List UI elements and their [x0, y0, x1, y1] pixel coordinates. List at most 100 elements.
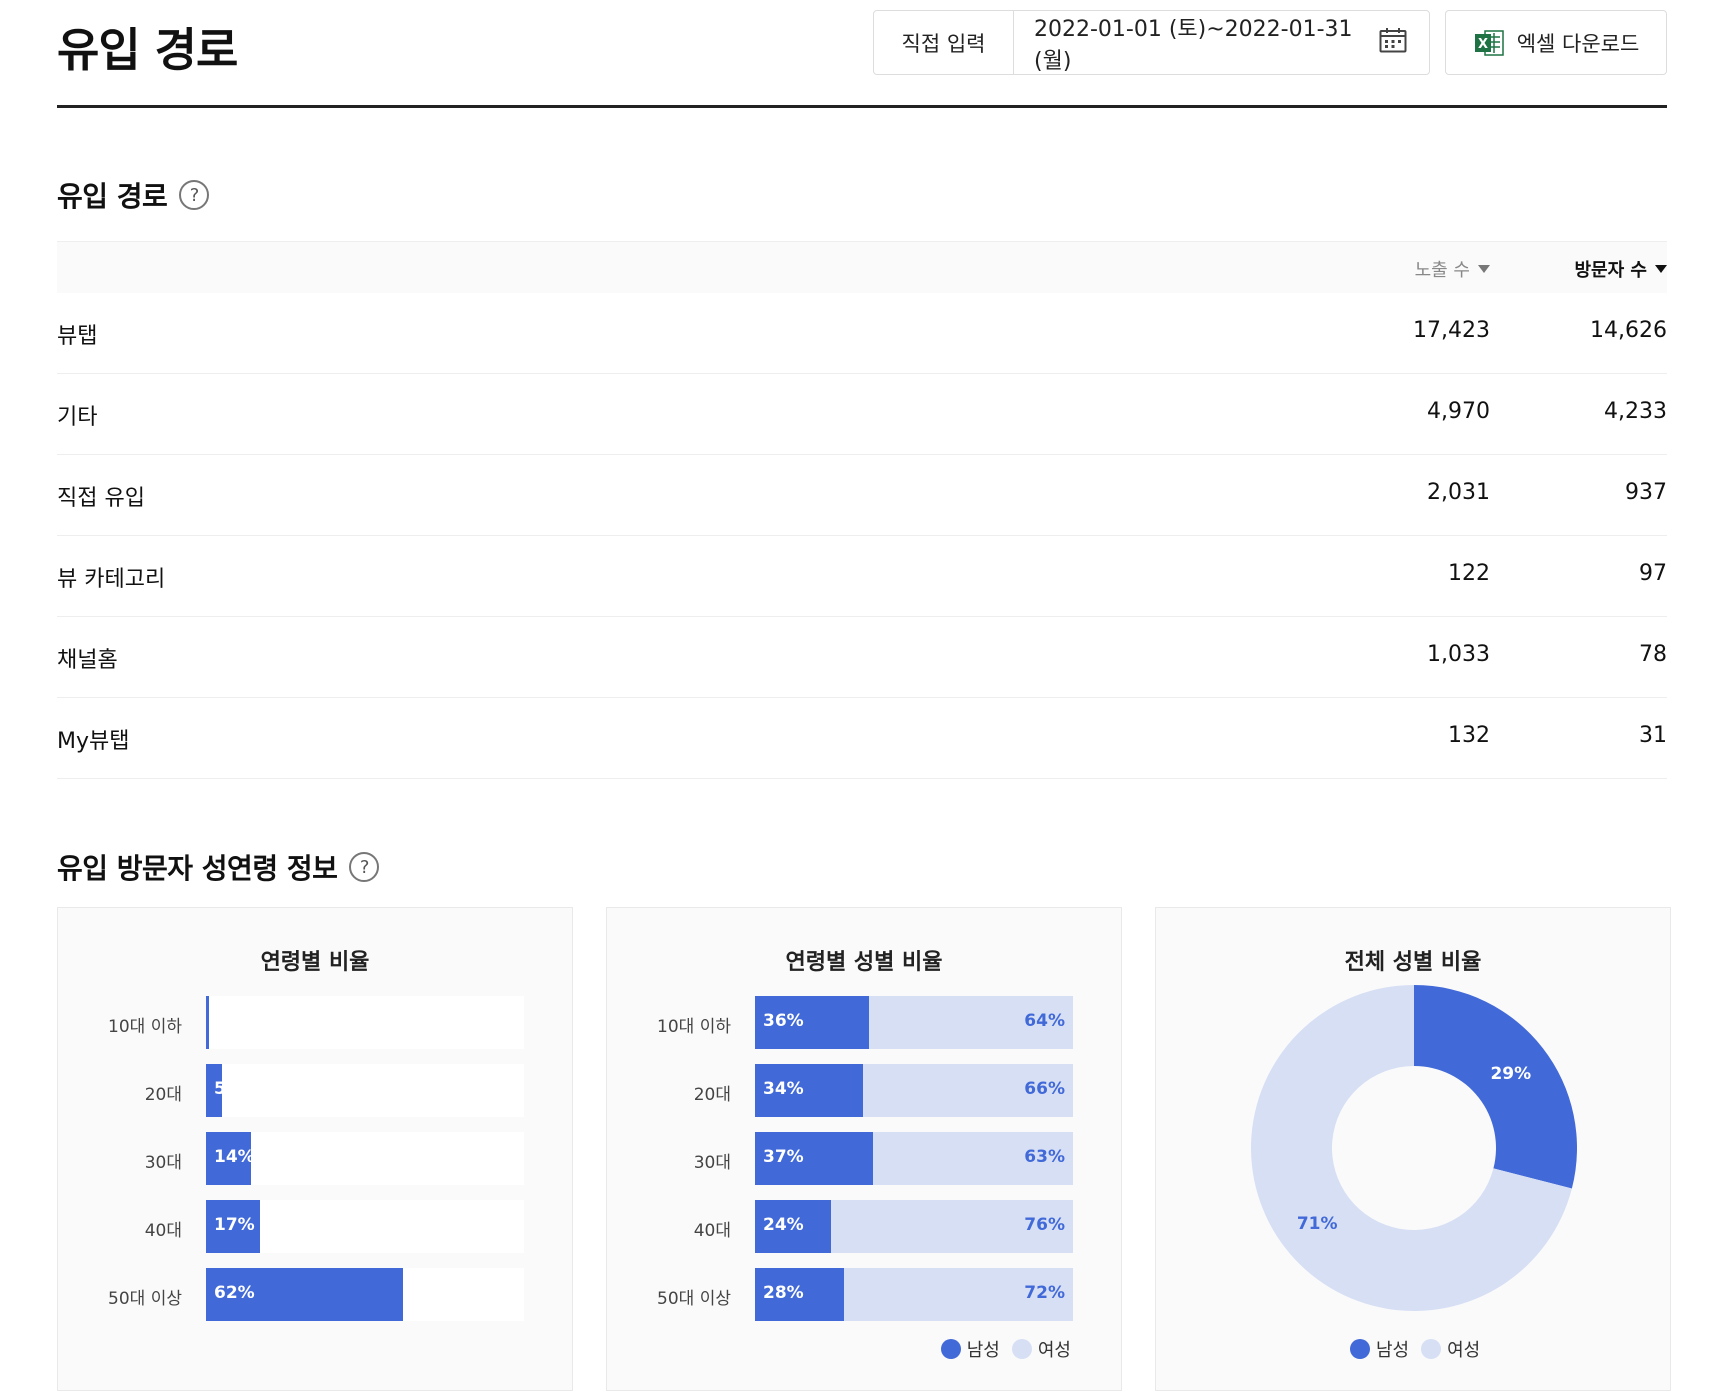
bar-value-label: 5%: [214, 1079, 222, 1099]
help-icon[interactable]: ?: [349, 852, 380, 882]
bar-category-label: 50대 이상: [108, 1289, 182, 1309]
header-visitors-label: 방문자 수: [1574, 260, 1647, 281]
traffic-title-text: 유입 경로: [57, 180, 168, 213]
bar-female-value-label: 63%: [1024, 1147, 1065, 1167]
bar-row: 20대 5%: [58, 1064, 572, 1117]
legend-female-swatch: [1421, 1339, 1442, 1359]
bar-female-value-label: 76%: [1024, 1215, 1065, 1235]
bar-row: 30대 14%: [58, 1132, 572, 1185]
bar-female: 24% 76%: [755, 1200, 1073, 1253]
bar-category-label: 20대: [144, 1085, 182, 1105]
legend-male: 남성: [940, 1336, 1000, 1362]
bar-row: 20대 34% 66%: [607, 1064, 1121, 1117]
bar-male-value-label: 28%: [763, 1283, 804, 1303]
sort-visitors-header[interactable]: 방문자 수: [1574, 256, 1667, 282]
row-name: 직접 유입: [57, 486, 145, 511]
bar-value-label: 17%: [214, 1215, 255, 1235]
table-row: 뷰 카테고리 122 97: [57, 536, 1667, 617]
sort-caret-icon: [1478, 265, 1490, 273]
bar-female: 28% 72%: [755, 1268, 1073, 1321]
date-range-field[interactable]: 2022-01-01 (토)~2022-01-31 (월): [1014, 11, 1429, 75]
bar: [206, 996, 210, 1049]
bar-category-label: 40대: [144, 1221, 182, 1241]
sort-exposure-header[interactable]: 노출 수: [1415, 256, 1490, 282]
donut-slice-male: [1414, 985, 1577, 1189]
bar-track: [206, 996, 524, 1049]
traffic-table: 노출 수 방문자 수 뷰탭 17,423 14,626 기타 4,970 4,2…: [57, 241, 1667, 779]
bar-category-label: 20대: [693, 1085, 731, 1105]
age-gender-panel: 연령별 성별 비율 10대 이하 36% 64% 20대 34% 66% 30대 37% 63%…: [606, 907, 1122, 1391]
table-row: 채널홈 1,033 78: [57, 617, 1667, 698]
bar-category-label: 50대 이상: [657, 1289, 731, 1309]
row-exposure: 122: [1448, 561, 1490, 586]
legend-male-swatch: [1350, 1339, 1370, 1359]
table-header: 노출 수 방문자 수: [57, 242, 1667, 293]
row-visitors: 14,626: [1590, 318, 1667, 343]
bar-category-label: 10대 이하: [657, 1017, 731, 1037]
donut-label-male: 29%: [1490, 1064, 1531, 1084]
bar-row: 40대 24% 76%: [607, 1200, 1121, 1253]
bar-track: 14%: [206, 1132, 524, 1185]
table-row: 기타 4,970 4,233: [57, 374, 1667, 455]
bar: 17%: [206, 1200, 261, 1253]
legend-female: 여성: [1421, 1336, 1480, 1362]
chart-legend: 남성 여성: [940, 1336, 1071, 1362]
header-exposure-label: 노출 수: [1414, 260, 1470, 281]
sort-caret-icon: [1655, 265, 1667, 273]
bar-track: 17%: [206, 1200, 524, 1253]
row-visitors: 937: [1625, 480, 1667, 505]
row-exposure: 4,970: [1427, 399, 1490, 424]
legend-female-label: 여성: [1037, 1340, 1071, 1361]
bar-value-label: 14%: [214, 1147, 251, 1167]
legend-male-label: 남성: [966, 1340, 1000, 1361]
page-title: 유입 경로: [57, 23, 238, 77]
row-exposure: 17,423: [1413, 318, 1490, 343]
legend-female-swatch: [1011, 1339, 1032, 1359]
row-exposure: 132: [1448, 723, 1490, 748]
bar-value-label: 62%: [214, 1283, 255, 1303]
donut-chart: 29% 71%: [1251, 985, 1577, 1311]
row-name: 뷰 카테고리: [57, 567, 166, 592]
age-ratio-panel: 연령별 비율 10대 이하 20대 5% 30대 14% 40대 17% 50대 이상 62%: [57, 907, 573, 1391]
bar-female: 34% 66%: [755, 1064, 1073, 1117]
legend-female: 여성: [1011, 1336, 1071, 1362]
traffic-section-title: 유입 경로 ?: [57, 175, 210, 215]
row-name: My뷰탭: [57, 729, 130, 754]
bar: 62%: [206, 1268, 404, 1321]
bar-male-value-label: 37%: [763, 1147, 804, 1167]
excel-download-label: 엑셀 다운로드: [1516, 31, 1640, 56]
legend-male-swatch: [940, 1339, 961, 1359]
row-visitors: 97: [1639, 561, 1667, 586]
panel-title: 연령별 비율: [260, 950, 370, 975]
table-row: 뷰탭 17,423 14,626: [57, 293, 1667, 374]
demographics-section-title: 유입 방문자 성연령 정보 ?: [57, 847, 380, 887]
bar: 5%: [206, 1064, 222, 1117]
date-mode-button[interactable]: 직접 입력: [874, 11, 1014, 74]
date-picker[interactable]: 직접 입력 2022-01-01 (토)~2022-01-31 (월): [873, 10, 1430, 75]
row-exposure: 1,033: [1427, 642, 1490, 667]
help-icon[interactable]: ?: [179, 180, 210, 210]
chart-legend: 남성 여성: [1350, 1336, 1480, 1362]
bar-female-value-label: 66%: [1024, 1079, 1065, 1099]
row-name: 뷰탭: [57, 324, 98, 349]
calendar-icon[interactable]: [1379, 27, 1407, 59]
row-exposure: 2,031: [1427, 480, 1490, 505]
bar-row: 50대 이상 62%: [58, 1268, 572, 1321]
legend-female-label: 여성: [1447, 1340, 1481, 1361]
bar-male-value-label: 34%: [763, 1079, 804, 1099]
excel-download-button[interactable]: X 엑셀 다운로드: [1445, 10, 1667, 75]
table-row: My뷰탭 132 31: [57, 698, 1667, 779]
total-gender-panel: 전체 성별 비율 29% 71% 남성 여성: [1155, 907, 1671, 1391]
bar-track: 62%: [206, 1268, 524, 1321]
bar-female: 37% 63%: [755, 1132, 1073, 1185]
row-visitors: 31: [1639, 723, 1667, 748]
row-visitors: 78: [1639, 642, 1667, 667]
bar-female-value-label: 72%: [1024, 1283, 1065, 1303]
row-name: 채널홈: [57, 648, 118, 673]
legend-male-label: 남성: [1376, 1340, 1410, 1361]
bar-category-label: 10대 이하: [108, 1017, 182, 1037]
page-header: 유입 경로 직접 입력 2022-01-01 (토)~2022-01-31 (월…: [57, 0, 1667, 108]
bar-male-value-label: 24%: [763, 1215, 804, 1235]
bar-category-label: 40대: [693, 1221, 731, 1241]
svg-text:X: X: [1478, 37, 1488, 52]
